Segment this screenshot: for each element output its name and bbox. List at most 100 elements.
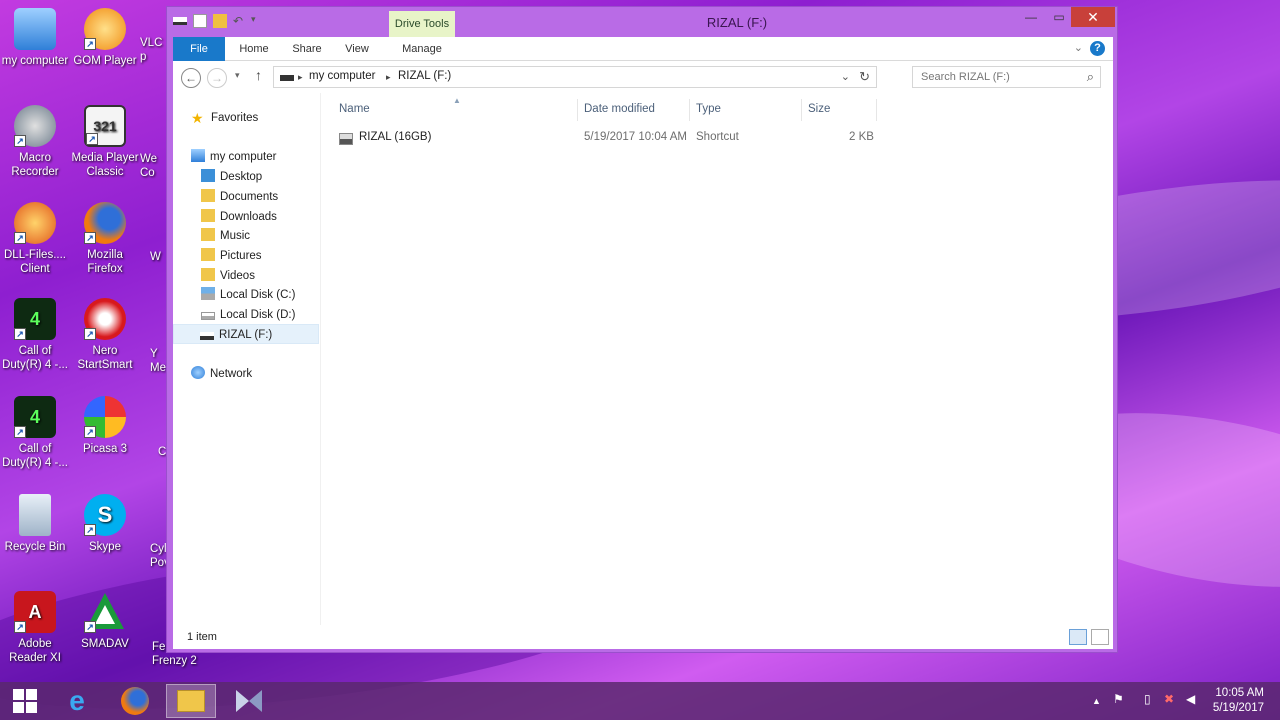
taskbar-clock[interactable]: 10:05 AM 5/19/2017 (1213, 686, 1264, 716)
desktop-icon-skype[interactable]: S ↗ Skype (70, 494, 140, 554)
taskbar-app[interactable] (224, 684, 274, 718)
nav-label: Documents (220, 191, 279, 203)
chevron-down-icon[interactable]: ⌄ (841, 70, 850, 83)
nav-label: Videos (220, 270, 255, 282)
downloads-folder-icon (201, 209, 215, 222)
taskbar-internet-explorer[interactable]: e (52, 684, 102, 718)
nav-label: Local Disk (C:) (220, 289, 296, 301)
status-bar: 1 item (173, 625, 1113, 649)
large-icons-view-button[interactable] (1091, 629, 1109, 645)
drive-icon (280, 75, 294, 81)
desktop-icon-media-player-classic[interactable]: 321 ↗ Media Player Classic (70, 105, 140, 179)
desktop-icon-label: DLL-Files.... Client (4, 249, 66, 275)
desktop-icon-gom-player[interactable]: ↗ GOM Player (70, 8, 140, 68)
column-divider[interactable] (577, 99, 578, 121)
nav-pictures[interactable]: Pictures (201, 246, 262, 266)
action-center-flag-icon[interactable]: ⚑ (1113, 692, 1124, 706)
desktop-folder-icon (201, 169, 215, 182)
refresh-icon[interactable]: ↻ (859, 69, 870, 85)
start-button[interactable] (0, 684, 50, 718)
ribbon-expand-icon[interactable]: ⌄ (1074, 41, 1083, 54)
nav-network[interactable]: Network (191, 364, 252, 384)
desktop-icon-label: my computer (1, 55, 69, 67)
desktop-icon-adobe-reader[interactable]: A ↗ Adobe Reader XI (0, 591, 70, 665)
column-header-name[interactable]: Name (339, 103, 370, 119)
usb-drive-icon (200, 332, 214, 340)
forward-button[interactable]: → (207, 68, 227, 88)
desktop-icon-recycle-bin[interactable]: Recycle Bin (0, 494, 70, 554)
battery-icon[interactable]: ▯ (1144, 692, 1151, 706)
breadcrumb-rizal[interactable]: RIZAL (F:) (398, 70, 451, 82)
tab-manage[interactable]: Manage (389, 37, 455, 61)
nav-label: Favorites (211, 112, 259, 124)
firefox-icon: ↗ (84, 202, 126, 244)
taskbar-firefox[interactable] (110, 684, 160, 718)
column-header-type[interactable]: Type (696, 103, 721, 119)
column-header-size[interactable]: Size (808, 103, 830, 119)
nav-label: Desktop (220, 171, 263, 183)
desktop-icon-label: Adobe Reader XI (9, 638, 61, 664)
show-hidden-icons[interactable]: ▲ (1092, 696, 1101, 706)
desktop-icon-call-of-duty-2[interactable]: 4 ↗ Call of Duty(R) 4 -... (0, 396, 70, 470)
help-icon[interactable]: ? (1090, 41, 1105, 56)
pictures-folder-icon (201, 248, 215, 261)
maximize-button[interactable]: ▭ (1045, 7, 1073, 27)
desktop-icon-nero[interactable]: ↗ Nero StartSmart (70, 298, 140, 372)
desktop-icon-my-computer[interactable]: my computer (0, 8, 70, 68)
minimize-button[interactable]: — (1017, 7, 1045, 27)
network-status-icon[interactable]: ✖ (1164, 692, 1174, 706)
nav-music[interactable]: Music (201, 226, 250, 246)
breadcrumb-separator[interactable]: ▸ (386, 72, 391, 83)
desktop-icon-label: Nero StartSmart (77, 345, 133, 371)
nav-rizal-f[interactable]: RIZAL (F:) (173, 324, 319, 344)
nav-local-disk-c[interactable]: Local Disk (C:) (201, 285, 295, 305)
column-divider[interactable] (689, 99, 690, 121)
desktop-icon-call-of-duty-1[interactable]: 4 ↗ Call of Duty(R) 4 -... (0, 298, 70, 372)
tab-file[interactable]: File (173, 37, 225, 61)
search-box[interactable]: Search RIZAL (F:) ⌕ (912, 66, 1101, 88)
desktop-icon-smadav[interactable]: ↗ SMADAV (70, 591, 140, 651)
file-date: 5/19/2017 10:04 AM (584, 131, 687, 143)
back-button[interactable]: ← (181, 68, 201, 88)
nav-desktop[interactable]: Desktop (201, 167, 262, 187)
videos-folder-icon (201, 268, 215, 281)
nav-favorites[interactable]: ★ Favorites (191, 108, 258, 128)
desktop-icon-firefox[interactable]: ↗ Mozilla Firefox (70, 202, 140, 276)
gom-player-icon: ↗ (84, 8, 126, 50)
desktop-icon-dll-files[interactable]: ↗ DLL-Files.... Client (0, 202, 70, 276)
column-divider[interactable] (801, 99, 802, 121)
column-divider[interactable] (876, 99, 877, 121)
title-bar[interactable]: ↶ ▾ Drive Tools RIZAL (F:) — ▭ ✕ (167, 7, 1117, 37)
nav-local-disk-d[interactable]: Local Disk (D:) (201, 305, 295, 325)
nero-icon: ↗ (84, 298, 126, 340)
column-header-date[interactable]: Date modified (584, 103, 655, 119)
breadcrumb-separator[interactable]: ▸ (298, 72, 303, 83)
recent-locations-icon[interactable]: ▾ (235, 70, 240, 81)
search-input[interactable]: Search RIZAL (F:) (921, 71, 1010, 83)
desktop-icon-label: Macro Recorder (11, 152, 59, 178)
navigation-pane: ★ Favorites my computer Desktop Documents… (173, 93, 321, 625)
desktop-icon-picasa[interactable]: ↗ Picasa 3 (70, 396, 140, 456)
firefox-icon (121, 687, 149, 715)
nav-downloads[interactable]: Downloads (201, 207, 277, 227)
nav-documents[interactable]: Documents (201, 187, 278, 207)
details-view-button[interactable] (1069, 629, 1087, 645)
up-arrow-icon[interactable]: ↑ (255, 67, 262, 83)
taskbar: e ▲ ⚑ ▯ ✖ ◀ 10:05 AM 5/19/2017 (0, 682, 1280, 720)
taskbar-file-explorer[interactable] (166, 684, 216, 718)
nav-videos[interactable]: Videos (201, 266, 255, 286)
tab-view[interactable]: View (337, 37, 377, 61)
nav-my-computer[interactable]: my computer (191, 147, 276, 167)
desktop-icon-label: Recycle Bin (4, 541, 66, 553)
desktop-icon-macro-recorder[interactable]: ↗ Macro Recorder (0, 105, 70, 179)
nav-label: Pictures (220, 250, 262, 262)
file-type: Shortcut (696, 131, 739, 143)
tab-share[interactable]: Share (285, 37, 329, 61)
explorer-body: ★ Favorites my computer Desktop Documents… (173, 93, 1113, 625)
search-icon[interactable]: ⌕ (1087, 69, 1094, 85)
volume-icon[interactable]: ◀ (1186, 692, 1195, 706)
close-button[interactable]: ✕ (1071, 7, 1115, 27)
address-field[interactable]: ▸ my computer ▸ RIZAL (F:) ⌄ ↻ (273, 66, 877, 88)
tab-home[interactable]: Home (231, 37, 277, 61)
breadcrumb-my-computer[interactable]: my computer (309, 70, 375, 82)
